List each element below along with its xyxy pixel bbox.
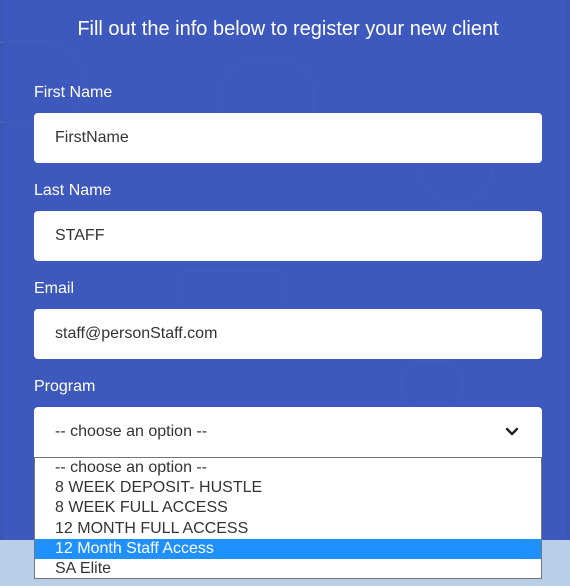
program-option[interactable]: 8 WEEK DEPOSIT- HUSTLE bbox=[35, 478, 541, 498]
program-option[interactable]: 8 WEEK FULL ACCESS bbox=[35, 498, 541, 518]
program-option[interactable]: 12 MONTH FULL ACCESS bbox=[35, 519, 541, 539]
program-option[interactable]: SA Elite bbox=[35, 559, 541, 578]
email-input[interactable]: staff@personStaff.com bbox=[34, 309, 542, 359]
program-option[interactable]: -- choose an option -- bbox=[35, 458, 541, 478]
program-selected-value: -- choose an option -- bbox=[55, 423, 208, 440]
form-title: Fill out the info below to register your… bbox=[77, 18, 499, 40]
program-select[interactable]: -- choose an option -- bbox=[34, 407, 542, 457]
first-name-label: First Name bbox=[34, 84, 113, 101]
chevron-down-icon bbox=[505, 427, 519, 436]
program-label: Program bbox=[34, 378, 96, 395]
email-label: Email bbox=[34, 280, 75, 297]
first-name-input[interactable]: FirstName bbox=[34, 113, 542, 163]
last-name-input[interactable]: STAFF bbox=[34, 211, 542, 261]
last-name-label: Last Name bbox=[34, 182, 112, 199]
program-option-highlighted[interactable]: 12 Month Staff Access bbox=[35, 538, 541, 559]
program-dropdown-list: -- choose an option -- 8 WEEK DEPOSIT- H… bbox=[34, 457, 542, 579]
